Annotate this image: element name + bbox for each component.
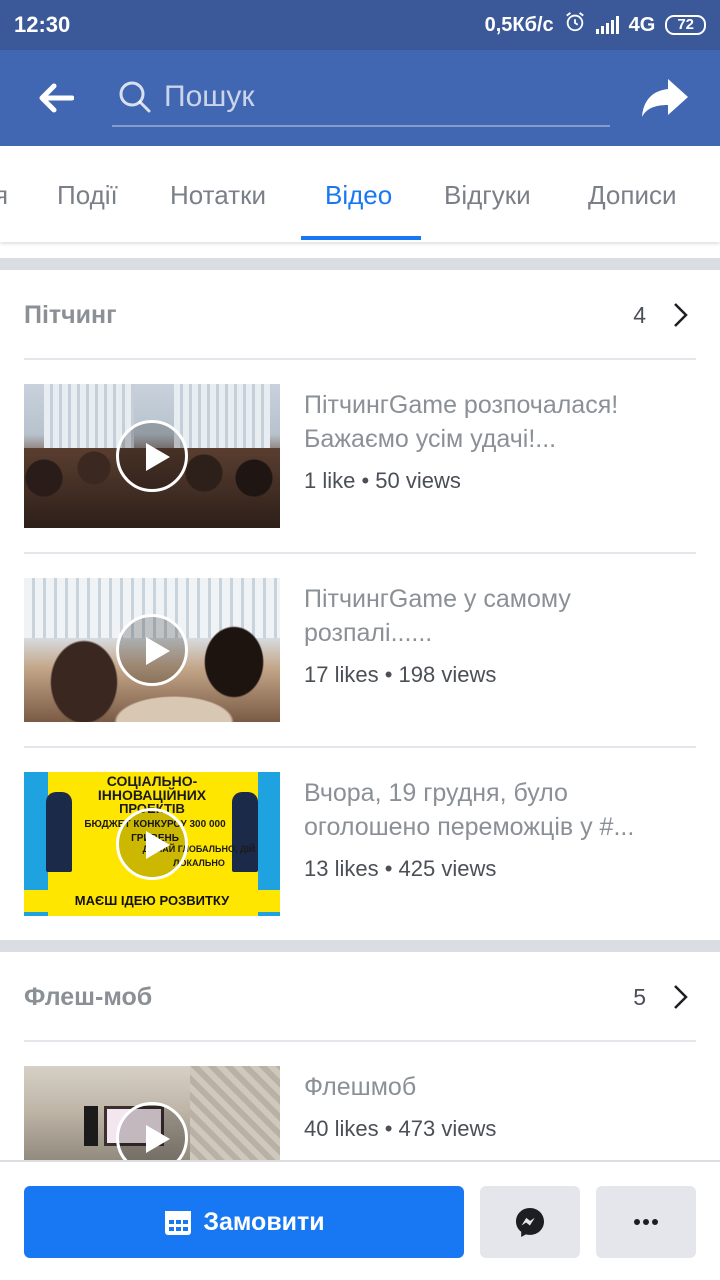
poster-text: МАЄШ ІДЕЮ РОЗВИТКУ УНІВЕРСИТЕТУ bbox=[24, 890, 280, 916]
video-item[interactable]: СОЦІАЛЬНО- ІННОВАЦІЙНИХ ПРОЕКТІВ БЮДЖЕТ … bbox=[24, 772, 696, 916]
search-placeholder: Пошук bbox=[164, 80, 255, 113]
page-tabs: я Події Нотатки Відео Відгуки Дописи bbox=[0, 146, 720, 242]
signal-icon bbox=[595, 16, 619, 34]
battery-icon: 72 bbox=[665, 15, 706, 35]
video-item[interactable]: ПітчингGame у самому розпалі...... 17 li… bbox=[24, 578, 696, 722]
video-thumbnail[interactable]: СОЦІАЛЬНО- ІННОВАЦІЙНИХ ПРОЕКТІВ БЮДЖЕТ … bbox=[24, 772, 280, 916]
app-header: Пошук bbox=[0, 50, 720, 146]
video-thumbnail[interactable] bbox=[24, 384, 280, 528]
messenger-button[interactable] bbox=[480, 1186, 580, 1258]
chevron-right-icon[interactable] bbox=[672, 982, 696, 1012]
section-separator bbox=[0, 258, 720, 270]
poster-text: ІННОВАЦІЙНИХ bbox=[97, 787, 207, 803]
back-arrow-icon bbox=[39, 83, 74, 113]
playlist-header-flashmob[interactable]: Флеш-моб 5 bbox=[24, 953, 696, 1041]
messenger-icon bbox=[516, 1208, 544, 1237]
status-time: 12:30 bbox=[14, 12, 71, 37]
calendar-icon bbox=[165, 1211, 192, 1235]
search-bar[interactable]: Пошук bbox=[112, 69, 610, 127]
poster-text: СОЦІАЛЬНО- bbox=[106, 773, 198, 789]
play-icon[interactable] bbox=[116, 808, 188, 880]
divider bbox=[24, 1040, 696, 1042]
video-title[interactable]: Флешмоб bbox=[304, 1070, 696, 1104]
tab-reviews[interactable]: Відгуки bbox=[444, 146, 531, 242]
status-bar: 12:30 0,5Кб/с 4G 72 bbox=[0, 0, 720, 50]
video-thumbnail[interactable] bbox=[24, 578, 280, 722]
divider bbox=[24, 358, 696, 360]
tab-posts[interactable]: Дописи bbox=[588, 146, 677, 242]
play-icon[interactable] bbox=[116, 614, 188, 686]
more-button[interactable] bbox=[596, 1186, 696, 1258]
tab-videos[interactable]: Відео bbox=[325, 146, 392, 242]
video-title[interactable]: ПітчингGame у самому розпалі...... bbox=[304, 582, 696, 650]
back-button[interactable] bbox=[0, 50, 112, 146]
net-speed: 0,5Кб/с bbox=[484, 13, 554, 36]
video-stats: 13 likes • 425 views bbox=[304, 856, 497, 881]
video-stats: 17 likes • 198 views bbox=[304, 662, 497, 687]
play-icon[interactable] bbox=[116, 420, 188, 492]
video-stats: 40 likes • 473 views bbox=[304, 1116, 497, 1141]
section-separator bbox=[0, 940, 720, 952]
order-button[interactable]: Замовити bbox=[24, 1186, 464, 1258]
share-icon bbox=[642, 79, 688, 117]
tab-notes[interactable]: Нотатки bbox=[170, 146, 266, 242]
playlist-header-pitching[interactable]: Пітчинг 4 bbox=[24, 271, 696, 359]
video-title[interactable]: ПітчингGame розпочалася! Бажаємо усім уд… bbox=[304, 388, 696, 456]
bottom-action-bar: Замовити bbox=[0, 1160, 720, 1280]
divider bbox=[24, 552, 696, 554]
tab-events[interactable]: Події bbox=[57, 146, 118, 242]
playlist-count: 4 bbox=[633, 301, 646, 328]
tab-partial[interactable]: я bbox=[0, 146, 8, 242]
playlist-title: Флеш-моб bbox=[24, 982, 153, 1011]
alarm-icon bbox=[564, 11, 586, 39]
active-tab-indicator bbox=[301, 236, 421, 240]
order-label: Замовити bbox=[203, 1207, 325, 1236]
more-icon bbox=[634, 1219, 658, 1225]
video-stats: 1 like • 50 views bbox=[304, 468, 461, 493]
chevron-right-icon[interactable] bbox=[672, 300, 696, 330]
playlist-count: 5 bbox=[633, 983, 646, 1010]
status-indicators: 0,5Кб/с 4G 72 bbox=[485, 11, 706, 39]
playlist-title: Пітчинг bbox=[24, 300, 117, 329]
poster-figure bbox=[46, 792, 72, 872]
network-type: 4G bbox=[628, 13, 656, 36]
divider bbox=[24, 746, 696, 748]
video-title[interactable]: Вчора, 19 грудня, було оголошено перемож… bbox=[304, 776, 696, 844]
search-icon bbox=[119, 81, 151, 113]
video-item[interactable]: ПітчингGame розпочалася! Бажаємо усім уд… bbox=[24, 384, 696, 528]
share-button[interactable] bbox=[610, 50, 720, 146]
